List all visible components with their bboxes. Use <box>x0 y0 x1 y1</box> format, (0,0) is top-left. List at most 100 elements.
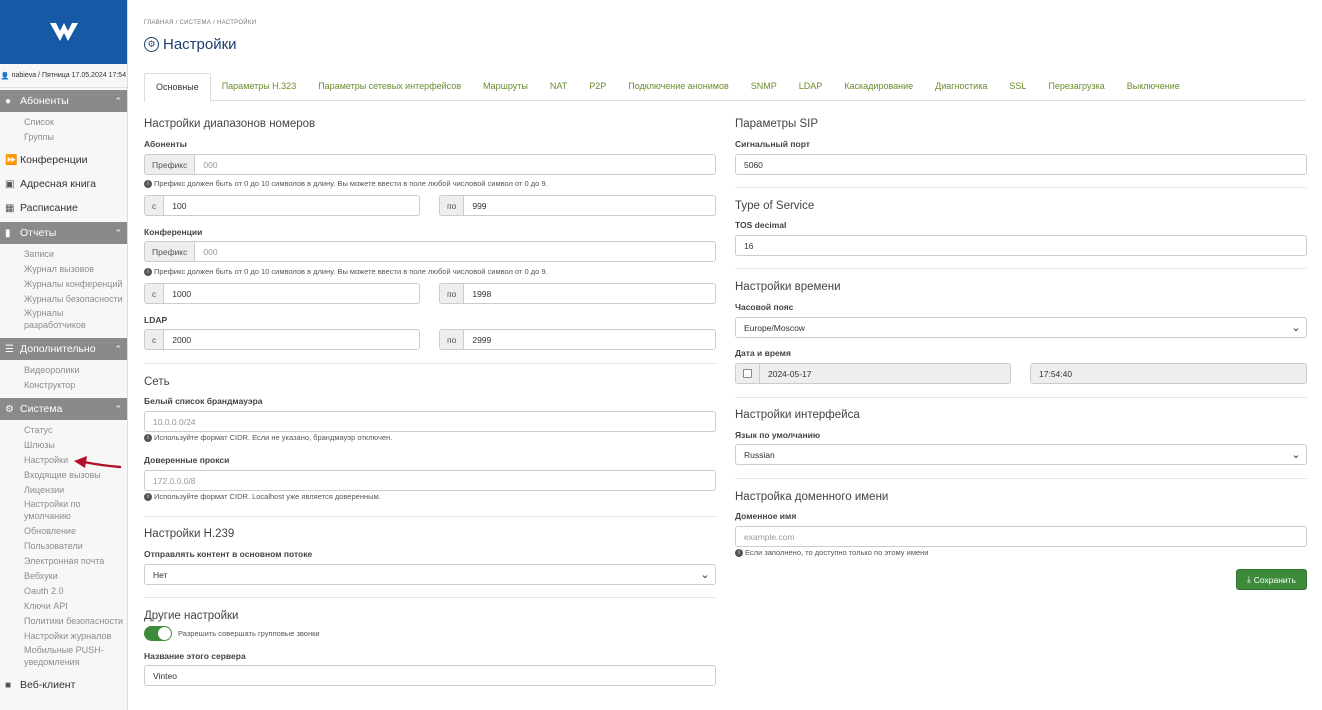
subscribers-from-field[interactable]: с 100 <box>144 195 420 216</box>
firewall-input[interactable]: 10.0.0.0/24 <box>145 412 715 431</box>
date-field[interactable]: 2024-05-17 <box>735 363 1011 384</box>
sidebar-item-schedule[interactable]: ▦ Расписание <box>0 196 127 220</box>
date-checkbox[interactable] <box>743 369 752 378</box>
sidebar-item-list[interactable]: Список <box>24 115 127 130</box>
chevron-up-icon: ⌃ <box>114 95 122 106</box>
subscribers-label: Абоненты <box>144 139 187 149</box>
sidebar-item-web-client[interactable]: ■ Веб-клиент <box>0 673 127 697</box>
video-camera-icon: ■ <box>5 679 12 691</box>
proxies-field[interactable]: 172.0.0.0/8 <box>144 470 716 491</box>
subscribers-from-input[interactable]: 100 <box>164 196 419 215</box>
ldap-from-field[interactable]: с 2000 <box>144 329 420 350</box>
subscribers-prefix-field[interactable]: Префикс 000 <box>144 154 716 175</box>
tab-h323[interactable]: Параметры H.323 <box>211 73 308 101</box>
sidebar-section-subscribers[interactable]: ● Абоненты ⌃ <box>0 90 127 112</box>
sidebar-item-default-settings[interactable]: Настройки по умолчанию <box>24 498 127 524</box>
subscribers-prefix-input[interactable]: 000 <box>195 155 715 174</box>
sidebar-item-conference-logs[interactable]: Журналы конференций <box>24 277 127 292</box>
sidebar-section-label: Система <box>20 403 63 415</box>
info-icon: i <box>144 180 152 189</box>
domain-field[interactable]: example.com <box>735 526 1307 547</box>
divider <box>735 397 1307 398</box>
proxies-label: Доверенные прокси <box>144 455 230 465</box>
sidebar-item-constructor[interactable]: Конструктор <box>24 378 127 393</box>
group-calls-toggle[interactable] <box>144 626 172 641</box>
proxies-input[interactable]: 172.0.0.0/8 <box>145 471 715 490</box>
sidebar-item-conferences[interactable]: ⏩ Конференции <box>0 148 127 172</box>
time-field[interactable]: 17:54:40 <box>1030 363 1307 384</box>
subscribers-to-field[interactable]: по 999 <box>439 195 716 216</box>
tos-field[interactable]: 16 <box>735 235 1307 256</box>
date-input[interactable]: 2024-05-17 <box>760 364 1010 383</box>
tab-shutdown[interactable]: Выключение <box>1116 73 1191 101</box>
sidebar-item-address-book[interactable]: ▣ Адресная книга <box>0 172 127 196</box>
tab-anonymous[interactable]: Подключение анонимов <box>617 73 740 101</box>
conferences-prefix-field[interactable]: Префикс 000 <box>144 241 716 262</box>
sidebar-item-call-log[interactable]: Журнал вызовов <box>24 262 127 277</box>
tab-ldap[interactable]: LDAP <box>788 73 834 101</box>
server-name-field[interactable]: Vinteo <box>144 665 716 686</box>
sidebar-item-webhooks[interactable]: Вебхуки <box>24 569 127 584</box>
signal-port-field[interactable]: 5060 <box>735 154 1307 175</box>
tab-nat[interactable]: NAT <box>539 73 578 101</box>
language-select[interactable]: Russian ⌄ <box>735 444 1307 465</box>
timezone-select[interactable]: Europe/Moscow ⌄ <box>735 317 1307 338</box>
sidebar-item-security-logs[interactable]: Журналы безопасности <box>24 292 127 307</box>
tab-network-interfaces[interactable]: Параметры сетевых интерфейсов <box>307 73 472 101</box>
sidebar-item-push-notifications[interactable]: Мобильные PUSH-уведомления <box>24 644 127 670</box>
tos-input[interactable]: 16 <box>736 236 1306 255</box>
user-icon: 👤 <box>0 72 10 80</box>
conferences-to-field[interactable]: по 1998 <box>439 283 716 304</box>
ranges-title: Настройки диапазонов номеров <box>144 118 316 130</box>
date-checkbox-addon <box>736 364 760 383</box>
note-text: Если заполнено, то доступно только по эт… <box>745 548 929 557</box>
tab-p2p[interactable]: P2P <box>578 73 617 101</box>
tab-cascading[interactable]: Каскадирование <box>833 73 924 101</box>
conferences-from-input[interactable]: 1000 <box>164 284 419 303</box>
note-text: Используйте формат CIDR. Если не указано… <box>154 433 393 442</box>
h239-select[interactable]: Нет ⌄ <box>144 564 716 585</box>
sidebar-item-email[interactable]: Электронная почта <box>24 554 127 569</box>
tab-ssl[interactable]: SSL <box>998 73 1037 101</box>
main-content: ГЛАВНАЯ / СИСТЕМА / НАСТРОЙКИ ⚙ Настройк… <box>128 0 1322 710</box>
sidebar-section-system[interactable]: ⚙ Система ⌃ <box>0 398 127 420</box>
sidebar-section-extra[interactable]: ☰ Дополнительно ⌃ <box>0 338 127 360</box>
sidebar-item-videos[interactable]: Видеоролики <box>24 363 127 378</box>
sidebar-item-gateways[interactable]: Шлюзы <box>24 438 127 453</box>
ldap-from-input[interactable]: 2000 <box>164 330 419 349</box>
sidebar-item-update[interactable]: Обновление <box>24 524 127 539</box>
sidebar-item-records[interactable]: Записи <box>24 247 127 262</box>
network-title: Сеть <box>144 376 170 388</box>
signal-port-input[interactable]: 5060 <box>736 155 1306 174</box>
save-button[interactable]: ⤓ Сохранить <box>1236 569 1307 590</box>
sidebar-item-groups[interactable]: Группы <box>24 130 127 145</box>
firewall-field[interactable]: 10.0.0.0/24 <box>144 411 716 432</box>
ldap-to-field[interactable]: по 2999 <box>439 329 716 350</box>
tab-snmp[interactable]: SNMP <box>740 73 788 101</box>
tab-reboot[interactable]: Перезагрузка <box>1037 73 1115 101</box>
h239-label: Отправлять контент в основном потоке <box>144 549 313 559</box>
prefix-addon: Префикс <box>145 242 196 261</box>
tab-main[interactable]: Основные <box>144 73 211 102</box>
sidebar-item-security-policies[interactable]: Политики безопасности <box>24 614 127 629</box>
sidebar-item-status[interactable]: Статус <box>24 423 127 438</box>
time-input[interactable]: 17:54:40 <box>1031 364 1306 383</box>
sidebar-section-reports[interactable]: ▮ Отчеты ⌃ <box>0 222 127 244</box>
conferences-to-input[interactable]: 1998 <box>464 284 715 303</box>
sidebar-item-users[interactable]: Пользователи <box>24 539 127 554</box>
subscribers-to-input[interactable]: 999 <box>464 196 715 215</box>
tab-diagnostics[interactable]: Диагностика <box>924 73 998 101</box>
breadcrumb: ГЛАВНАЯ / СИСТЕМА / НАСТРОЙКИ <box>144 20 257 26</box>
sidebar-item-developer-logs[interactable]: Журналы разработчиков <box>24 307 127 333</box>
sidebar-item-api-keys[interactable]: Ключи API <box>24 599 127 614</box>
logo[interactable] <box>0 0 127 64</box>
server-name-input[interactable]: Vinteo <box>145 666 715 685</box>
ldap-to-input[interactable]: 2999 <box>464 330 715 349</box>
sidebar-item-oauth[interactable]: Oauth 2.0 <box>24 584 127 599</box>
sidebar-item-licenses[interactable]: Лицензии <box>24 483 127 498</box>
domain-input[interactable]: example.com <box>736 527 1306 546</box>
tab-routes[interactable]: Маршруты <box>472 73 539 101</box>
conferences-from-field[interactable]: с 1000 <box>144 283 420 304</box>
conferences-prefix-input[interactable]: 000 <box>195 242 715 261</box>
sidebar-item-log-settings[interactable]: Настройки журналов <box>24 629 127 644</box>
